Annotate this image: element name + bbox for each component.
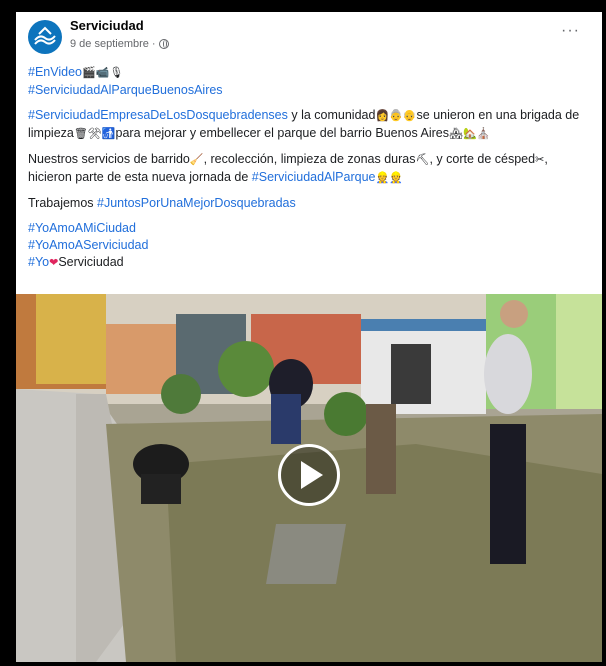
emoji-video: 🎬📹🎙	[82, 67, 124, 79]
more-options-button[interactable]: ···	[561, 22, 580, 40]
serviciudad-logo-icon	[34, 26, 56, 45]
post-header: Serviciudad 9 de septiembre · ···	[28, 18, 594, 58]
facebook-post: Serviciudad 9 de septiembre · ··· #EnVid…	[16, 12, 602, 662]
emoji-workers: 👷👷	[375, 172, 403, 184]
text-segment: para mejorar y embellecer el parque del …	[115, 126, 450, 140]
paragraph-5: #YoAmoAMiCiudad #YoAmoAServiciudad #Yo❤S…	[28, 220, 590, 272]
text-segment: y la comunidad	[287, 108, 376, 122]
hashtag-al-parque[interactable]: #ServiciudadAlParque	[252, 170, 376, 184]
post-video[interactable]	[16, 294, 602, 662]
text-segment: Nuestros servicios de barrido	[28, 152, 190, 166]
hashtag-yoamoamiciudad[interactable]: #YoAmoAMiCiudad	[28, 221, 136, 235]
text-segment: , recolección, limpieza de zonas duras	[203, 152, 416, 166]
emoji-people: 👩👵👴	[375, 110, 417, 122]
text-segment: Trabajemos	[28, 196, 98, 210]
emoji-tools: 🗑⚒🚮	[73, 128, 116, 140]
screenshot-frame: Serviciudad 9 de septiembre · ··· #EnVid…	[0, 0, 606, 666]
post-meta: 9 de septiembre ·	[70, 38, 169, 50]
emoji-scissors: ✂	[535, 154, 545, 166]
hashtag-yoamoaserviciudad[interactable]: #YoAmoAServiciudad	[28, 238, 148, 252]
text-segment: Serviciudad	[58, 255, 124, 269]
paragraph-4: Trabajemos #JuntosPorUnaMejorDosquebrada…	[28, 195, 590, 212]
heart-icon: ❤	[49, 257, 59, 269]
page-avatar[interactable]	[28, 20, 62, 54]
post-text: #EnVideo🎬📹🎙 #ServiciudadAlParqueBuenosAi…	[28, 64, 590, 280]
paragraph-3: Nuestros servicios de barrido🧹, recolecc…	[28, 151, 590, 187]
play-icon	[301, 461, 323, 489]
post-date[interactable]: 9 de septiembre	[70, 38, 149, 50]
hashtag-envideo[interactable]: #EnVideo	[28, 65, 82, 79]
globe-icon	[158, 39, 169, 49]
emoji-pick: ⛏	[415, 154, 430, 166]
page-name[interactable]: Serviciudad	[70, 18, 144, 33]
hashtag-yo[interactable]: #Yo	[28, 255, 49, 269]
paragraph-2: #ServiciudadEmpresaDeLosDosquebradenses …	[28, 107, 590, 143]
hashtag-empresa[interactable]: #ServiciudadEmpresaDeLosDosquebradenses	[28, 108, 288, 122]
emoji-houses: 🏘🏡⛪	[449, 128, 491, 140]
paragraph-1: #EnVideo🎬📹🎙 #ServiciudadAlParqueBuenosAi…	[28, 64, 590, 99]
emoji-broom: 🧹	[189, 154, 204, 166]
meta-separator: ·	[151, 38, 156, 50]
hashtag-parque-buenos-aires[interactable]: #ServiciudadAlParqueBuenosAires	[28, 83, 223, 97]
play-button[interactable]	[278, 444, 340, 506]
hashtag-juntos[interactable]: #JuntosPorUnaMejorDosquebradas	[97, 196, 296, 210]
text-segment: , y corte de césped	[429, 152, 536, 166]
